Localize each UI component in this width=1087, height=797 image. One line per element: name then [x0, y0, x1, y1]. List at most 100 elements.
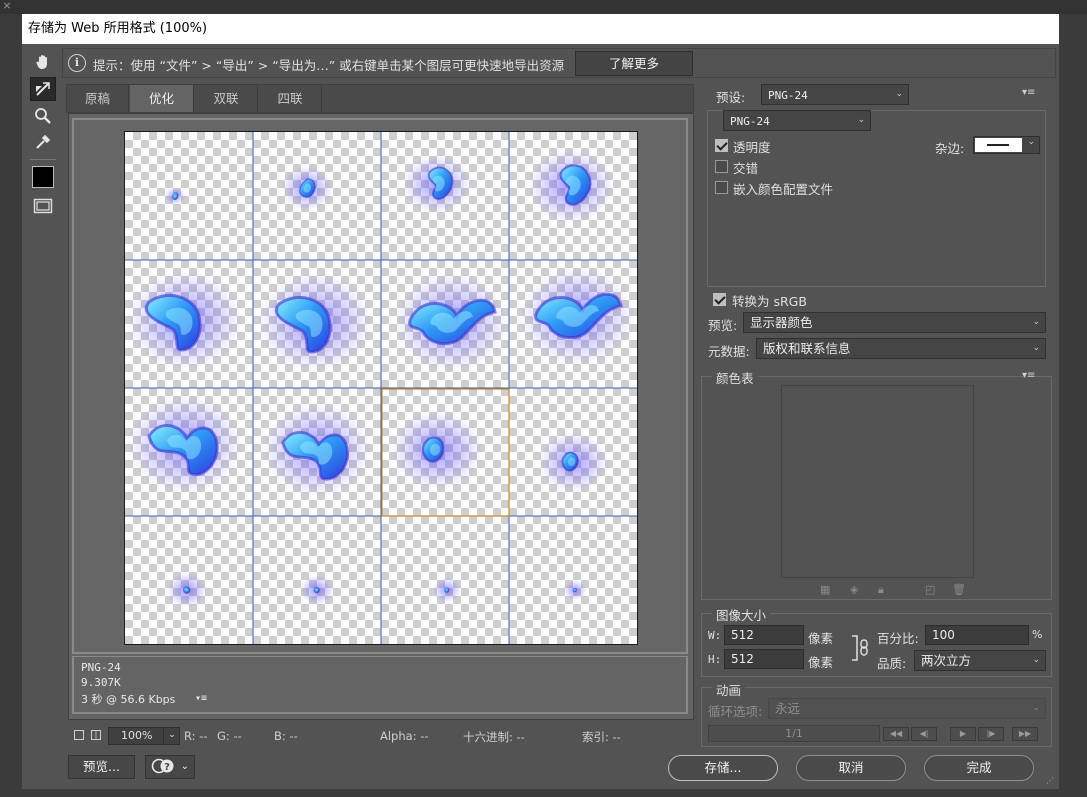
info-icon: i — [68, 54, 86, 72]
eyedropper-tool-icon[interactable] — [30, 130, 56, 154]
image-canvas[interactable] — [124, 131, 638, 645]
quality-value: 两次立方 — [921, 653, 972, 668]
loop-select[interactable]: 永远 ⌄ — [768, 698, 1046, 719]
interlaced-label: 交错 — [733, 161, 759, 176]
tab-optimized[interactable]: 优化 — [130, 85, 194, 112]
download-speed-menu-icon[interactable]: ▾≡ — [195, 693, 207, 704]
sprite-frame — [393, 272, 509, 372]
status-b: B: -- — [274, 729, 298, 743]
browser-icon: ? — [151, 758, 175, 781]
hand-tool-icon[interactable] — [30, 50, 56, 74]
chevron-down-icon: ⌄ — [857, 115, 865, 125]
status-alpha: Alpha: -- — [380, 729, 429, 743]
percent-input[interactable]: 100 — [925, 625, 1029, 645]
optimization-info: PNG-24 9.307K 3 秒 @ 56.6 Kbps ▾≡ — [72, 656, 688, 714]
color-table-swatches[interactable] — [781, 385, 974, 578]
transparency-label: 透明度 — [733, 140, 771, 155]
resize-grip-icon[interactable]: ⋰ — [1046, 776, 1056, 786]
info-download-time: 3 秒 @ 56.6 Kbps — [81, 693, 176, 706]
animation-title: 动画 — [712, 680, 746, 699]
previous-frame-icon[interactable]: ◀| — [911, 727, 937, 741]
embed-profile-label: 嵌入颜色配置文件 — [733, 182, 834, 197]
sprite-frame — [166, 572, 208, 608]
sprite-frame — [390, 410, 484, 490]
height-input[interactable]: 512 — [724, 649, 804, 669]
preview-color-value: 显示器颜色 — [750, 315, 813, 330]
sprite-sheet-image — [125, 132, 637, 644]
browser-select-button[interactable]: ? ⌄ — [145, 755, 195, 779]
quality-label: 品质: — [877, 656, 907, 671]
info-format: PNG-24 — [81, 661, 121, 674]
format-select[interactable]: PNG-24 ⌄ — [723, 110, 871, 131]
sprite-frame — [261, 402, 373, 498]
sprite-frame — [402, 154, 472, 214]
info-file-size: 9.307K — [81, 676, 121, 689]
sprite-frame — [563, 580, 587, 600]
hint-text: 提示：使用 “文件” > “导出” > “导出为…” 或右键单击某个图层可更快速… — [93, 58, 565, 73]
last-frame-icon[interactable]: ▶▶ — [1012, 727, 1038, 741]
zoom-tool-icon[interactable] — [30, 104, 56, 128]
convert-srgb-label: 转换为 sRGB — [732, 294, 807, 309]
metadata-value: 版权和联系信息 — [763, 341, 851, 356]
preview-in-browser-button[interactable]: 预览... — [68, 755, 135, 779]
loop-value: 永远 — [775, 701, 801, 716]
convert-srgb-checkbox[interactable] — [713, 293, 726, 306]
transparency-checkbox[interactable] — [715, 139, 728, 152]
tab-2-up[interactable]: 双联 — [195, 85, 258, 112]
play-icon[interactable]: ▶ — [950, 727, 976, 741]
matte-select[interactable]: ⌄ — [973, 136, 1040, 154]
preview-color-select[interactable]: 显示器颜色 ⌄ — [743, 312, 1046, 333]
toggle-slices-icon[interactable] — [30, 194, 56, 218]
zoom-level-select[interactable]: 100% ⌄ — [108, 727, 180, 745]
sprite-frame — [299, 575, 335, 605]
lock-color-icon[interactable]: 🔒︎ — [878, 583, 884, 597]
sprite-frame — [538, 432, 608, 492]
quality-select[interactable]: 两次立方 ⌄ — [914, 650, 1046, 671]
cancel-button[interactable]: 取消 — [796, 755, 906, 781]
image-size-title: 图像大小 — [712, 605, 771, 624]
preview-color-label: 预览: — [708, 318, 738, 333]
color-table-title: 颜色表 — [712, 368, 758, 387]
status-hex: 十六进制: -- — [463, 730, 525, 744]
eyedropper-color-swatch[interactable] — [30, 165, 56, 189]
next-frame-icon[interactable]: |▶ — [978, 727, 1004, 741]
link-icon[interactable] — [850, 634, 872, 665]
learn-more-button[interactable]: 了解更多 — [575, 51, 693, 76]
embed-profile-checkbox[interactable] — [715, 181, 728, 194]
web-shift-icon[interactable]: ◈ — [850, 583, 858, 596]
close-icon[interactable]: × — [0, 0, 14, 14]
status-index: 索引: -- — [582, 730, 621, 744]
tab-original[interactable]: 原稿 — [67, 85, 129, 112]
percent-sign: % — [1032, 628, 1043, 641]
desktop-top-bar — [0, 0, 1087, 14]
optimize-menu-icon[interactable]: ▾≡ — [1022, 87, 1035, 98]
tool-strip — [26, 48, 60, 223]
frame-counter: 1/1 — [708, 725, 880, 742]
chevron-down-icon: ⌄ — [180, 761, 189, 772]
metadata-label: 元数据: — [708, 344, 750, 359]
done-button[interactable]: 完成 — [924, 755, 1034, 781]
first-frame-icon[interactable]: ◀◀ — [883, 727, 909, 741]
chevron-down-icon: ⌄ — [1032, 343, 1040, 353]
svg-text:?: ? — [164, 762, 170, 773]
tab-4-up[interactable]: 四联 — [259, 85, 322, 112]
trash-icon[interactable]: 🗑︎ — [952, 583, 966, 596]
loop-label: 循环选项: — [708, 704, 763, 719]
zoom-in-icon[interactable]: | — [91, 730, 101, 740]
sprite-frame — [280, 165, 334, 211]
zoom-level-value: 100% — [121, 729, 153, 742]
chevron-down-icon: ⌄ — [1032, 703, 1040, 713]
color-table-menu-icon[interactable]: ▾≡ — [1022, 370, 1035, 381]
width-label: W: — [708, 629, 722, 642]
zoom-out-icon[interactable] — [74, 730, 84, 740]
chevron-down-icon: ⌄ — [1027, 137, 1035, 147]
slice-select-tool-icon[interactable] — [30, 77, 56, 101]
map-transparent-icon[interactable]: ▦ — [820, 583, 830, 596]
interlaced-checkbox[interactable] — [715, 160, 728, 173]
preset-select[interactable]: PNG-24 ⌄ — [761, 84, 909, 105]
new-color-icon[interactable]: ◰ — [925, 583, 935, 596]
metadata-select[interactable]: 版权和联系信息 ⌄ — [756, 338, 1046, 359]
chevron-down-icon: ⌄ — [163, 727, 180, 745]
save-button[interactable]: 存储... — [668, 755, 778, 781]
width-input[interactable]: 512 — [724, 625, 804, 645]
